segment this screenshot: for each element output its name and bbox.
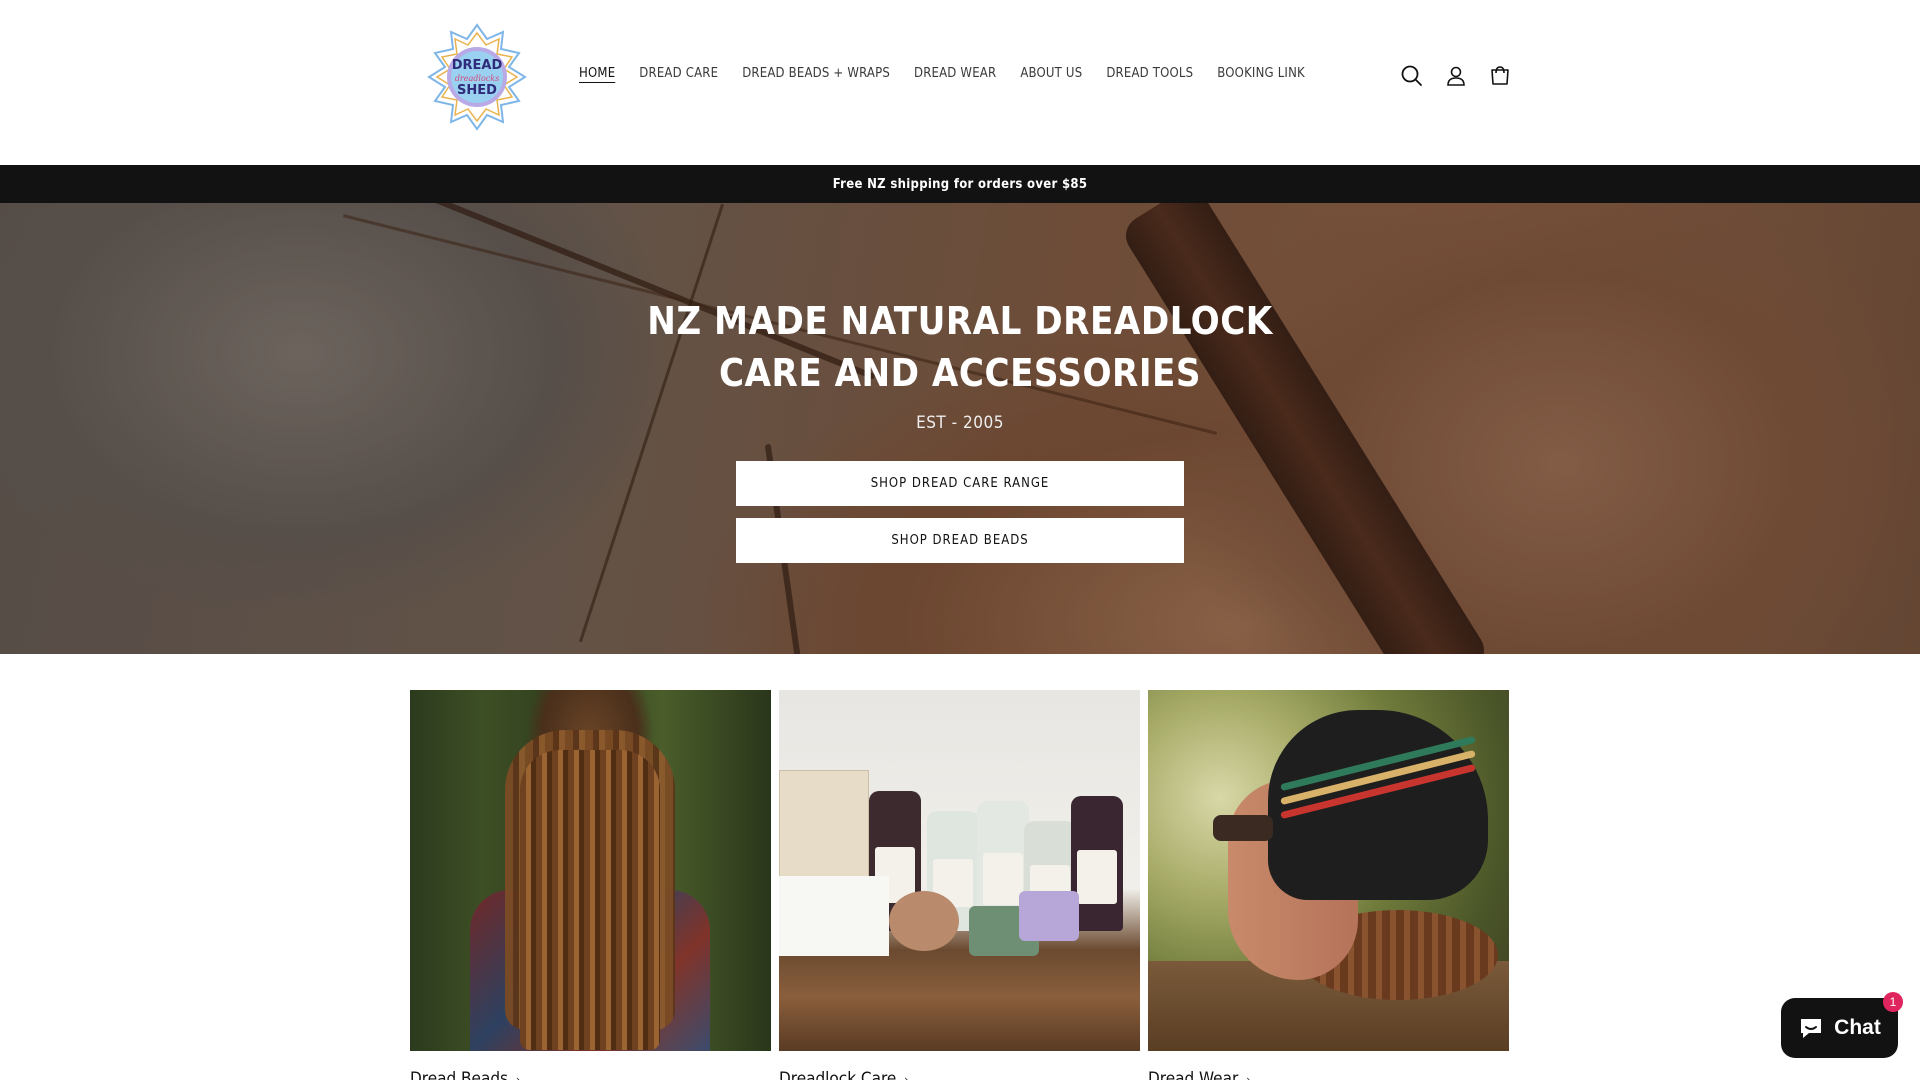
collection-title-text: Dread Wear (1148, 1069, 1239, 1080)
nav-item-dread-beads-wraps[interactable]: DREAD BEADS + WRAPS (742, 66, 890, 81)
nav-item-about-us[interactable]: ABOUT US (1020, 66, 1082, 81)
image-detail (1213, 815, 1273, 841)
search-icon[interactable] (1398, 62, 1426, 90)
dread-shed-logo[interactable]: DREAD dreadlocks SHED (422, 22, 532, 132)
svg-text:SHED: SHED (457, 83, 497, 98)
announcement-text: Free NZ shipping for orders over $85 (832, 176, 1088, 192)
image-detail (1268, 710, 1488, 900)
hero-subtitle: EST - 2005 (916, 413, 1004, 433)
nav-item-dread-tools[interactable]: DREAD TOOLS (1106, 66, 1193, 81)
shop-dread-care-button[interactable]: SHOP DREAD CARE RANGE (736, 461, 1184, 506)
collection-image-dreadlock-care[interactable] (779, 690, 1140, 1051)
collection-card-dreadlock-care[interactable]: Dreadlock Care › (779, 690, 1140, 1080)
arrow-right-icon: › (1246, 1072, 1251, 1080)
account-icon[interactable] (1442, 62, 1470, 90)
chat-label: Chat (1834, 1016, 1881, 1039)
image-detail (1019, 891, 1079, 941)
collection-card-dread-wear[interactable]: Dread Wear › (1148, 690, 1509, 1080)
collection-image-dread-beads[interactable] (410, 690, 771, 1051)
hero-title: NZ MADE NATURAL DREADLOCK CARE AND ACCES… (647, 299, 1273, 395)
shop-dread-beads-button[interactable]: SHOP DREAD BEADS (736, 518, 1184, 563)
collection-card-dread-beads[interactable]: Dread Beads › (410, 690, 771, 1080)
hero-content: NZ MADE NATURAL DREADLOCK CARE AND ACCES… (0, 203, 1920, 654)
collection-list: Dread Beads › Dreadlock Care › Dread Wea… (410, 690, 1510, 1080)
image-detail (889, 891, 959, 951)
svg-text:dreadlocks: dreadlocks (455, 74, 499, 83)
image-detail (520, 750, 660, 1050)
collection-title[interactable]: Dreadlock Care › (779, 1069, 1140, 1080)
chat-bubble-icon (1801, 1019, 1822, 1038)
nav-item-booking-link[interactable]: BOOKING LINK (1217, 66, 1305, 81)
chat-notification-badge: 1 (1883, 992, 1903, 1012)
chat-button[interactable]: Chat (1781, 998, 1898, 1058)
nav-item-dread-care[interactable]: DREAD CARE (639, 66, 718, 81)
collection-title-text: Dread Beads (410, 1069, 508, 1080)
nav-item-home[interactable]: HOME (579, 66, 615, 81)
announcement-bar: Free NZ shipping for orders over $85 (0, 165, 1920, 203)
nav-item-dread-wear[interactable]: DREAD WEAR (914, 66, 996, 81)
main-nav: HOME DREAD CARE DREAD BEADS + WRAPS DREA… (579, 66, 1329, 81)
collection-title[interactable]: Dread Wear › (1148, 1069, 1509, 1080)
site-header: DREAD dreadlocks SHED HOME DREAD CARE DR… (0, 0, 1920, 165)
arrow-right-icon: › (516, 1072, 520, 1080)
svg-text:DREAD: DREAD (452, 58, 503, 73)
collection-title-text: Dreadlock Care (779, 1069, 897, 1080)
collection-image-dread-wear[interactable] (1148, 690, 1509, 1051)
image-detail (779, 876, 889, 956)
cart-icon[interactable] (1486, 62, 1514, 90)
hero-banner: NZ MADE NATURAL DREADLOCK CARE AND ACCES… (0, 203, 1920, 654)
arrow-right-icon: › (904, 1072, 909, 1080)
collection-title[interactable]: Dread Beads › (410, 1069, 771, 1080)
